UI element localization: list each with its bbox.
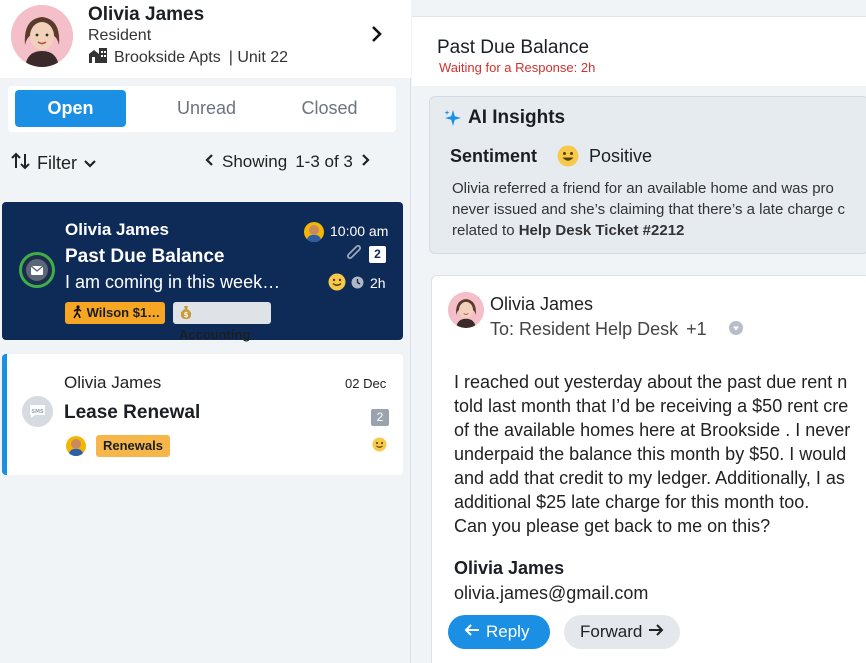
tab-closed[interactable]: Closed (274, 90, 385, 127)
elapsed-time: 2h (370, 275, 386, 291)
email-channel-icon (19, 252, 55, 288)
signature-name: Olivia James (454, 558, 565, 578)
running-person-icon (71, 305, 87, 320)
thread-title: Past Due Balance (437, 37, 590, 58)
email-body-line: I reached out yesterday about the past d… (454, 372, 848, 392)
email-body-line: of the available homes here at Brookside… (454, 420, 851, 440)
status-tabs: Open Unread Closed (8, 86, 396, 132)
sentiment-label: Sentiment (450, 146, 538, 166)
resident-profile-header[interactable]: Olivia James Resident Brookside Apts | U… (0, 0, 411, 78)
chevron-down-icon (83, 153, 97, 174)
agent-avatar (304, 222, 324, 242)
sort-icon (11, 152, 31, 175)
tab-unread[interactable]: Unread (151, 90, 262, 127)
showing-label: Showing (222, 152, 288, 171)
tag-wilson[interactable]: Wilson $1… (65, 302, 165, 324)
grinning-face-icon (557, 145, 579, 167)
arrow-right-icon (648, 622, 664, 642)
smiley-icon (372, 437, 387, 452)
sparkle-icon (444, 109, 462, 132)
next-page-icon[interactable] (361, 152, 371, 172)
forward-label: Forward (580, 622, 643, 641)
email-body: I reached out yesterday about the past d… (454, 370, 866, 538)
resident-role: Resident (88, 27, 152, 44)
forward-button[interactable]: Forward (564, 615, 680, 649)
arrow-left-icon (464, 622, 480, 642)
smiley-icon (328, 273, 346, 291)
conversation-sender: Olivia James (64, 373, 162, 392)
signature-email[interactable]: olivia.james@gmail.com (454, 583, 648, 604)
unit-label: | Unit 22 (228, 48, 289, 66)
email-body-line: told last month that I’d be receiving a … (454, 396, 849, 416)
paperclip-icon (345, 244, 363, 269)
ai-insights-title: AI Insights (468, 107, 566, 128)
chevron-right-icon[interactable] (368, 24, 386, 44)
agent-avatar (66, 436, 86, 456)
thread-panel: Past Due Balance Waiting for a Response:… (412, 0, 866, 663)
thread-status: Waiting for a Response: 2h (439, 60, 596, 75)
money-bag-icon: $ (179, 305, 193, 320)
reply-label: Reply (486, 622, 530, 641)
conversation-list-panel: Olivia James Resident Brookside Apts | U… (0, 0, 411, 663)
building-icon (88, 47, 108, 68)
caret-down-icon[interactable] (728, 319, 743, 340)
conversation-time: 02 Dec (345, 376, 387, 391)
email-from: Olivia James (490, 294, 594, 314)
ai-insights-panel: AI Insights Sentiment Positive Olivia re… (429, 96, 866, 254)
conversation-time: 10:00 am (330, 223, 389, 239)
ai-summary-line: related to Help Desk Ticket #2212 (452, 220, 866, 241)
conversation-preview: I am coming in this week… (65, 272, 281, 292)
showing-range: 1-3 of 3 (295, 152, 353, 171)
email-body-line: and add that credit to my ledger. Additi… (454, 468, 845, 488)
ai-summary-line: Olivia referred a friend for an availabl… (452, 180, 834, 197)
ai-summary: Olivia referred a friend for an availabl… (452, 178, 866, 241)
conversation-item[interactable] (2, 354, 403, 475)
email-to-extra: +1 (686, 319, 707, 339)
thread-header: Past Due Balance Waiting for a Response:… (412, 16, 866, 86)
tag-renewals[interactable]: Renewals (96, 435, 170, 457)
sms-channel-icon: SMS (22, 396, 53, 427)
conversation-subject: Past Due Balance (65, 246, 225, 267)
clock-icon (351, 276, 364, 294)
filter-label: Filter (37, 153, 77, 173)
resident-avatar (11, 5, 73, 67)
svg-text:$: $ (184, 311, 189, 319)
svg-text:SMS: SMS (31, 409, 44, 415)
resident-name: Olivia James (88, 4, 205, 25)
tag-accounting-label: Accounting (179, 327, 251, 342)
reply-button[interactable]: Reply (448, 615, 550, 649)
ticket-link[interactable]: Help Desk Ticket #2212 (519, 222, 685, 239)
pagination: Showing 1-3 of 3 (204, 152, 371, 172)
email-message: Olivia James To: Resident Help Desk +1 I… (431, 275, 866, 663)
sentiment-value: Positive (589, 146, 653, 166)
conversation-sender: Olivia James (65, 220, 169, 239)
attachment-count: 2 (369, 246, 386, 263)
property-name: Brookside Apts (114, 48, 221, 66)
email-body-line: additional $25 late charge for this mont… (454, 492, 810, 512)
tag-accounting[interactable]: $ Accounting (173, 302, 271, 342)
email-recipients[interactable]: To: Resident Help Desk +1 (490, 319, 743, 340)
email-body-line: underpaid the balance this month by $50.… (454, 444, 847, 464)
ai-summary-prefix: related to (452, 222, 519, 239)
tab-open[interactable]: Open (15, 90, 126, 127)
prev-page-icon[interactable] (204, 152, 214, 172)
filter-button[interactable]: Filter (11, 152, 97, 175)
email-to: To: Resident Help Desk (490, 319, 679, 339)
email-body-line: Can you please get back to me on this? (454, 516, 771, 536)
conversation-subject: Lease Renewal (64, 402, 201, 423)
sender-avatar (448, 292, 484, 328)
message-count: 2 (371, 409, 389, 426)
ai-summary-line: never issued and she’s claiming that the… (452, 201, 846, 218)
tag-wilson-label: Wilson $1… (86, 305, 161, 320)
resident-location: Brookside Apts | Unit 22 (88, 47, 288, 68)
